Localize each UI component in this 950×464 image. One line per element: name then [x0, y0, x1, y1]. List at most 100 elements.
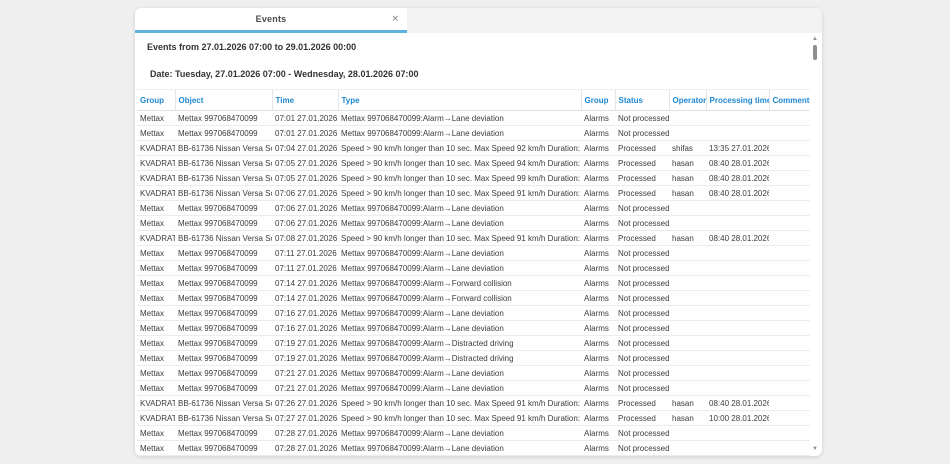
- table-row[interactable]: KVADRATBB-61736 Nissan Versa Sohail07:27…: [137, 411, 810, 426]
- cell-group: Alarms: [581, 126, 615, 141]
- cell-operator: hasan: [669, 396, 706, 411]
- cell-comments: [769, 216, 810, 231]
- tab-events[interactable]: Events ✕: [135, 8, 407, 33]
- cell-object: Mettax 997068470099: [175, 201, 272, 216]
- cell-comments: [769, 201, 810, 216]
- table-row[interactable]: MettaxMettax 99706847009907:01 27.01.202…: [137, 126, 810, 141]
- events-range-heading: Events from 27.01.2026 07:00 to 29.01.20…: [147, 42, 822, 52]
- cell-time: 07:06 27.01.2026: [272, 216, 338, 231]
- cell-status: Not processed: [615, 111, 669, 126]
- scrollbar-down-icon[interactable]: ▼: [811, 445, 819, 453]
- column-header-group[interactable]: Group: [137, 90, 175, 111]
- cell-object: Mettax 997068470099: [175, 246, 272, 261]
- cell-time: 07:08 27.01.2026: [272, 231, 338, 246]
- column-header-type[interactable]: Type: [338, 90, 581, 111]
- cell-status: Not processed: [615, 291, 669, 306]
- vertical-scrollbar[interactable]: ▲ ▼: [811, 35, 819, 453]
- table-row[interactable]: MettaxMettax 99706847009907:21 27.01.202…: [137, 366, 810, 381]
- cell-group: KVADRAT: [137, 396, 175, 411]
- column-header-object[interactable]: Object: [175, 90, 272, 111]
- cell-status: Not processed: [615, 336, 669, 351]
- cell-processing-time: [706, 276, 769, 291]
- cell-processing-time: [706, 336, 769, 351]
- cell-object: Mettax 997068470099: [175, 366, 272, 381]
- cell-status: Processed: [615, 411, 669, 426]
- cell-object: Mettax 997068470099: [175, 336, 272, 351]
- column-header-group[interactable]: Group: [581, 90, 615, 111]
- cell-object: BB-61736 Nissan Versa Sohail: [175, 411, 272, 426]
- cell-type: Speed > 90 km/h longer than 10 sec. Max …: [338, 231, 581, 246]
- cell-comments: [769, 396, 810, 411]
- table-row[interactable]: MettaxMettax 99706847009907:06 27.01.202…: [137, 201, 810, 216]
- cell-status: Not processed: [615, 216, 669, 231]
- cell-time: 07:14 27.01.2026: [272, 276, 338, 291]
- column-header-operator[interactable]: Operator: [669, 90, 706, 111]
- table-row[interactable]: MettaxMettax 99706847009907:16 27.01.202…: [137, 306, 810, 321]
- table-row[interactable]: KVADRATBB-61736 Nissan Versa Sohail07:06…: [137, 186, 810, 201]
- table-row[interactable]: MettaxMettax 99706847009907:01 27.01.202…: [137, 111, 810, 126]
- cell-group: KVADRAT: [137, 411, 175, 426]
- table-row[interactable]: KVADRATBB-61736 Nissan Versa Sohail07:08…: [137, 231, 810, 246]
- cell-operator: hasan: [669, 411, 706, 426]
- cell-comments: [769, 441, 810, 456]
- column-header-status[interactable]: Status: [615, 90, 669, 111]
- table-row[interactable]: KVADRATBB-61736 Nissan Versa Sohail07:26…: [137, 396, 810, 411]
- cell-processing-time: [706, 426, 769, 441]
- table-row[interactable]: MettaxMettax 99706847009907:11 27.01.202…: [137, 261, 810, 276]
- cell-object: BB-61736 Nissan Versa Sohail: [175, 186, 272, 201]
- table-row[interactable]: MettaxMettax 99706847009907:14 27.01.202…: [137, 276, 810, 291]
- cell-processing-time: [706, 111, 769, 126]
- scrollbar-up-icon[interactable]: ▲: [811, 35, 819, 43]
- table-row[interactable]: MettaxMettax 99706847009907:11 27.01.202…: [137, 246, 810, 261]
- cell-group: Alarms: [581, 336, 615, 351]
- cell-time: 07:26 27.01.2026: [272, 396, 338, 411]
- cell-group: Alarms: [581, 276, 615, 291]
- table-row[interactable]: MettaxMettax 99706847009907:28 27.01.202…: [137, 441, 810, 456]
- table-row[interactable]: KVADRATBB-61736 Nissan Versa Sohail07:05…: [137, 156, 810, 171]
- cell-group: Alarms: [581, 111, 615, 126]
- table-row[interactable]: MettaxMettax 99706847009907:19 27.01.202…: [137, 336, 810, 351]
- close-icon[interactable]: ✕: [389, 13, 401, 26]
- table-row[interactable]: MettaxMettax 99706847009907:16 27.01.202…: [137, 321, 810, 336]
- cell-processing-time: [706, 246, 769, 261]
- cell-time: 07:05 27.01.2026: [272, 171, 338, 186]
- table-row[interactable]: MettaxMettax 99706847009907:28 27.01.202…: [137, 426, 810, 441]
- table-row[interactable]: KVADRATBB-61736 Nissan Versa Sohail07:04…: [137, 141, 810, 156]
- cell-group: Mettax: [137, 201, 175, 216]
- cell-group: Alarms: [581, 426, 615, 441]
- column-header-time[interactable]: Time: [272, 90, 338, 111]
- cell-processing-time: 08:40 28.01.2026: [706, 231, 769, 246]
- table-row[interactable]: KVADRATBB-61736 Nissan Versa Sohail07:05…: [137, 171, 810, 186]
- cell-operator: [669, 351, 706, 366]
- table-row[interactable]: MettaxMettax 99706847009907:14 27.01.202…: [137, 291, 810, 306]
- cell-comments: [769, 291, 810, 306]
- cell-group: Mettax: [137, 336, 175, 351]
- table-row[interactable]: MettaxMettax 99706847009907:21 27.01.202…: [137, 381, 810, 396]
- events-table-body: MettaxMettax 99706847009907:01 27.01.202…: [137, 111, 810, 456]
- cell-group: Mettax: [137, 126, 175, 141]
- cell-status: Processed: [615, 396, 669, 411]
- cell-comments: [769, 351, 810, 366]
- cell-status: Not processed: [615, 261, 669, 276]
- column-header-comments[interactable]: Comments: [769, 90, 810, 111]
- cell-processing-time: [706, 261, 769, 276]
- table-row[interactable]: MettaxMettax 99706847009907:19 27.01.202…: [137, 351, 810, 366]
- cell-group: Alarms: [581, 366, 615, 381]
- cell-status: Processed: [615, 141, 669, 156]
- cell-status: Not processed: [615, 366, 669, 381]
- cell-comments: [769, 111, 810, 126]
- cell-processing-time: [706, 441, 769, 456]
- table-row[interactable]: MettaxMettax 99706847009907:06 27.01.202…: [137, 216, 810, 231]
- cell-object: Mettax 997068470099: [175, 261, 272, 276]
- cell-operator: [669, 246, 706, 261]
- cell-type: Mettax 997068470099:Alarm→Lane deviation: [338, 201, 581, 216]
- cell-comments: [769, 231, 810, 246]
- cell-type: Mettax 997068470099:Alarm→Lane deviation: [338, 321, 581, 336]
- cell-object: BB-61736 Nissan Versa Sohail: [175, 171, 272, 186]
- cell-time: 07:11 27.01.2026: [272, 261, 338, 276]
- column-header-processing-time[interactable]: Processing time: [706, 90, 769, 111]
- cell-operator: [669, 276, 706, 291]
- cell-group: Alarms: [581, 396, 615, 411]
- cell-group: Alarms: [581, 171, 615, 186]
- scrollbar-thumb[interactable]: [813, 45, 817, 60]
